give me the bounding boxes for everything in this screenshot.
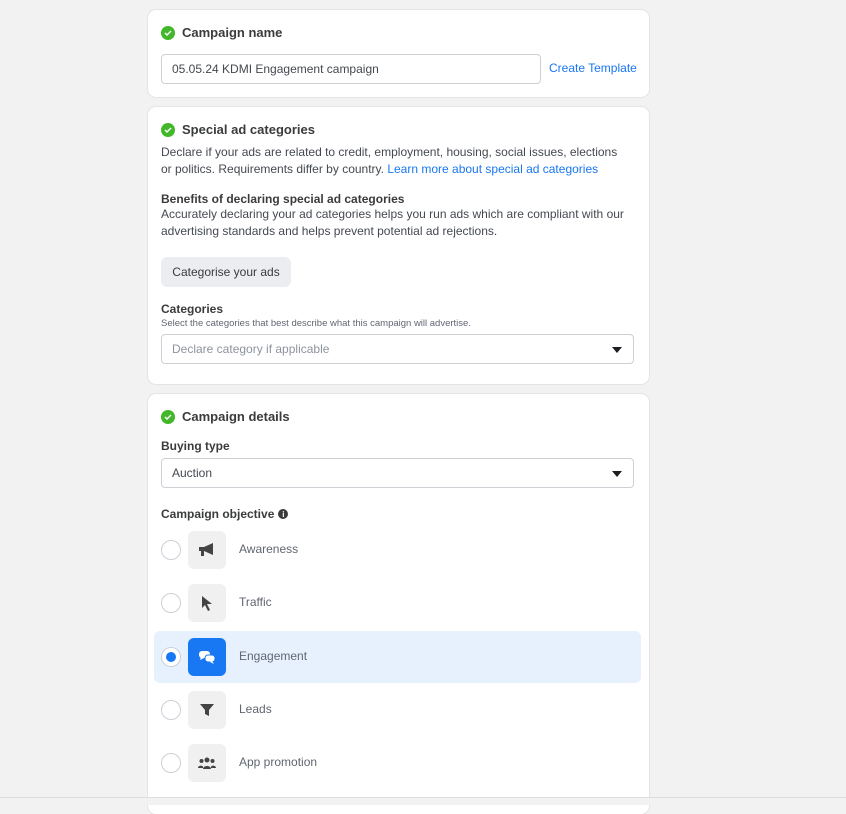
check-circle-icon: [161, 122, 175, 137]
objective-awareness[interactable]: Awareness: [154, 524, 641, 576]
categories-dropdown[interactable]: Declare category if applicable: [161, 334, 634, 364]
benefits-title: Benefits of declaring special ad categor…: [161, 192, 405, 206]
campaign-details-card: Campaign details Buying type Auction Cam…: [148, 394, 649, 814]
objective-label: Engagement: [239, 649, 308, 663]
special-ad-title: Special ad categories: [182, 122, 315, 137]
categories-label: Categories: [161, 302, 224, 316]
objective-app-promotion[interactable]: App promotion: [154, 737, 641, 789]
campaign-name-title: Campaign name: [182, 25, 283, 40]
radio-button[interactable]: [161, 593, 181, 613]
categories-placeholder: Declare category if applicable: [172, 342, 330, 356]
funnel-icon: [188, 691, 226, 729]
chat-bubbles-icon: [188, 638, 226, 676]
objective-label: Leads: [239, 702, 272, 716]
categories-help: Select the categories that best describe…: [161, 318, 471, 329]
people-icon: [188, 744, 226, 782]
campaign-name-card: Campaign name 05.05.24 KDMI Engagement c…: [148, 10, 649, 97]
campaign-details-title: Campaign details: [182, 409, 290, 424]
learn-more-link[interactable]: Learn more about special ad categories: [387, 162, 598, 176]
megaphone-icon: [188, 531, 226, 569]
bottom-divider: [0, 797, 846, 805]
benefits-description: Accurately declaring your ad categories …: [161, 207, 624, 238]
objective-label-text: Campaign objective: [161, 507, 275, 521]
campaign-objective-label: Campaign objective i: [161, 507, 289, 521]
objective-label: App promotion: [239, 755, 318, 769]
caret-down-icon: [612, 471, 622, 477]
special-ad-description: Declare if your ads are related to credi…: [161, 144, 631, 178]
categorise-ads-button[interactable]: Categorise your ads: [161, 257, 291, 287]
radio-button[interactable]: [161, 700, 181, 720]
buying-type-label: Buying type: [161, 439, 230, 453]
radio-button[interactable]: [161, 540, 181, 560]
campaign-name-heading: Campaign name: [161, 25, 282, 40]
special-ad-heading: Special ad categories: [161, 122, 315, 137]
cursor-icon: [188, 584, 226, 622]
objective-label: Traffic: [239, 595, 272, 609]
objective-traffic[interactable]: Traffic: [154, 577, 641, 629]
objective-engagement[interactable]: Engagement: [154, 631, 641, 683]
create-template-link[interactable]: Create Template: [549, 61, 637, 75]
objective-leads[interactable]: Leads: [154, 684, 641, 736]
radio-button[interactable]: [161, 753, 181, 773]
campaign-name-value: 05.05.24 KDMI Engagement campaign: [172, 62, 379, 76]
check-circle-icon: [161, 409, 175, 424]
objective-label: Awareness: [239, 542, 299, 556]
info-icon[interactable]: i: [278, 509, 289, 519]
campaign-details-heading: Campaign details: [161, 409, 290, 424]
buying-type-dropdown[interactable]: Auction: [161, 458, 634, 488]
check-circle-icon: [161, 25, 175, 40]
buying-type-value: Auction: [172, 466, 213, 480]
caret-down-icon: [612, 347, 622, 353]
special-ad-categories-card: Special ad categories Declare if your ad…: [148, 107, 649, 384]
radio-button-selected[interactable]: [161, 647, 181, 667]
campaign-name-input[interactable]: 05.05.24 KDMI Engagement campaign: [161, 54, 541, 84]
